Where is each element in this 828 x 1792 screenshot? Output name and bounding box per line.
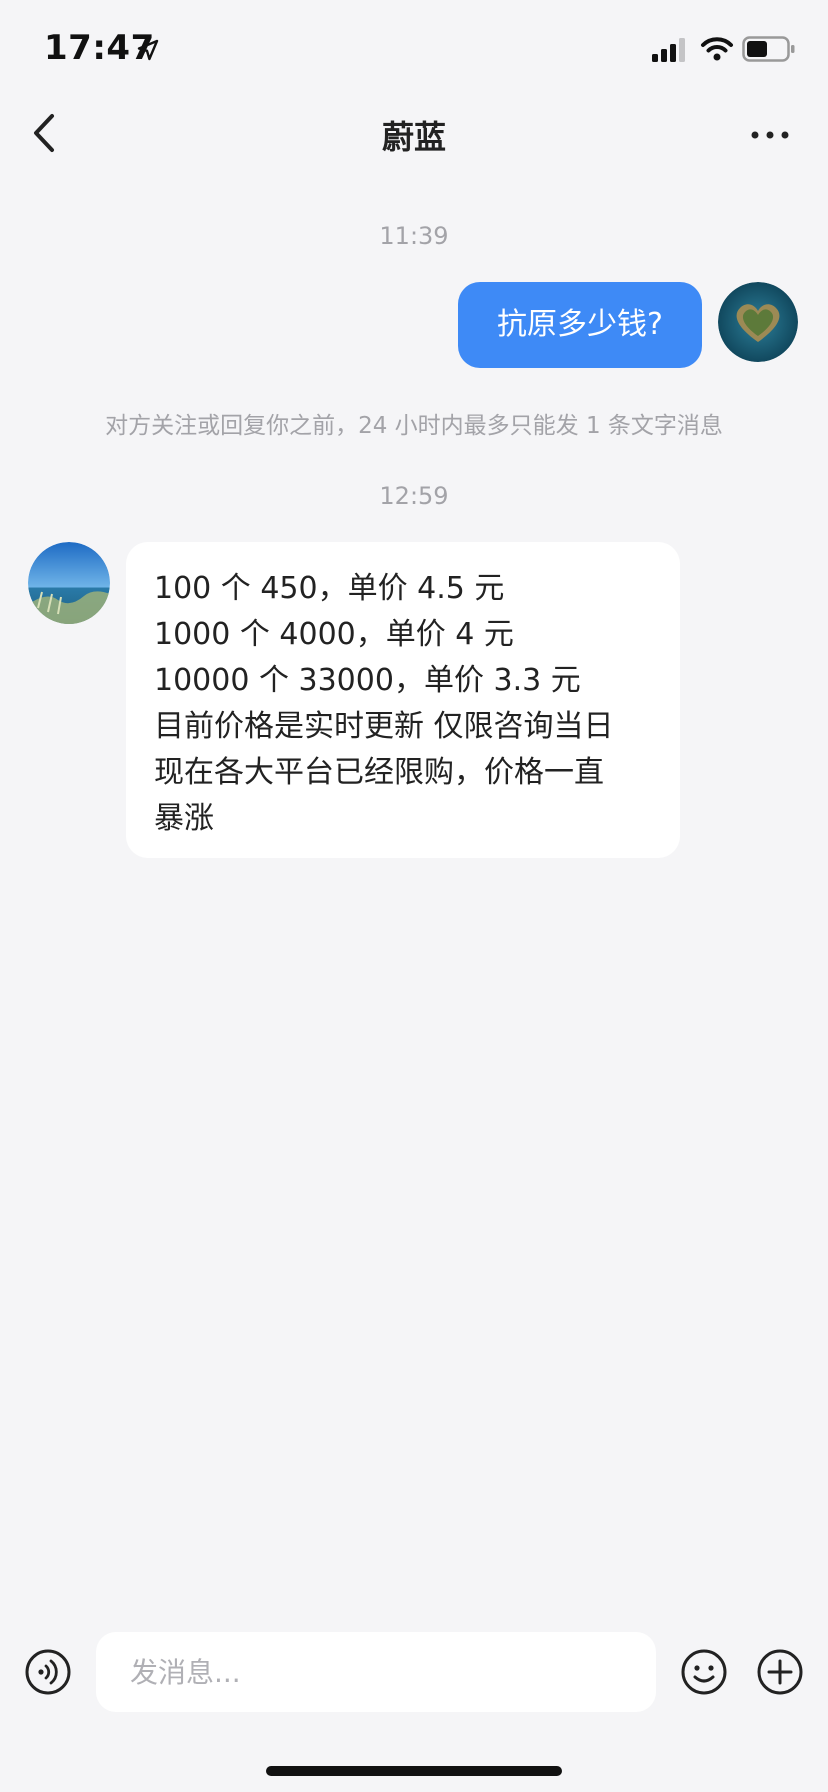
voice-icon: [25, 1649, 71, 1695]
voice-input-button[interactable]: [24, 1648, 72, 1696]
message-line: 目前价格是实时更新 仅限咨询当日: [154, 709, 614, 744]
emoji-button[interactable]: [680, 1648, 728, 1696]
more-functions-button[interactable]: [756, 1648, 804, 1696]
status-bar: 17:47: [0, 0, 828, 100]
message-line: 现在各大平台已经限购，价格一直: [154, 755, 604, 790]
message-timestamp: 11:39: [379, 222, 449, 250]
contact-avatar[interactable]: [28, 542, 110, 624]
message-line: 100 个 450，单价 4.5 元: [154, 571, 505, 606]
message-timestamp: 12:59: [379, 482, 449, 510]
plus-icon: [757, 1649, 803, 1695]
message-line: 1000 个 4000，单价 4 元: [154, 617, 514, 652]
message-input[interactable]: [96, 1632, 656, 1712]
incoming-message-bubble[interactable]: 100 个 450，单价 4.5 元 1000 个 4000，单价 4 元 10…: [126, 542, 680, 858]
system-notice: 对方关注或回复你之前，24 小时内最多只能发 1 条文字消息: [105, 413, 723, 439]
emoji-icon: [681, 1649, 727, 1695]
home-indicator: [266, 1766, 562, 1776]
location-arrow-icon: [137, 39, 159, 61]
battery-icon: [742, 36, 795, 62]
message-line: 10000 个 33000，单价 3.3 元: [154, 663, 581, 698]
wifi-icon: [701, 37, 733, 61]
message-input-bar: [0, 1620, 828, 1792]
more-options-button[interactable]: [748, 120, 792, 150]
signal-icon: [652, 38, 685, 62]
message-line: 暴涨: [154, 801, 214, 836]
more-dots-icon: [751, 131, 789, 139]
contact-name-title: 蔚蓝: [381, 118, 446, 156]
chat-header: 蔚蓝: [0, 100, 828, 168]
outgoing-message-bubble[interactable]: 抗原多少钱?: [458, 282, 702, 368]
self-avatar[interactable]: [718, 282, 798, 362]
